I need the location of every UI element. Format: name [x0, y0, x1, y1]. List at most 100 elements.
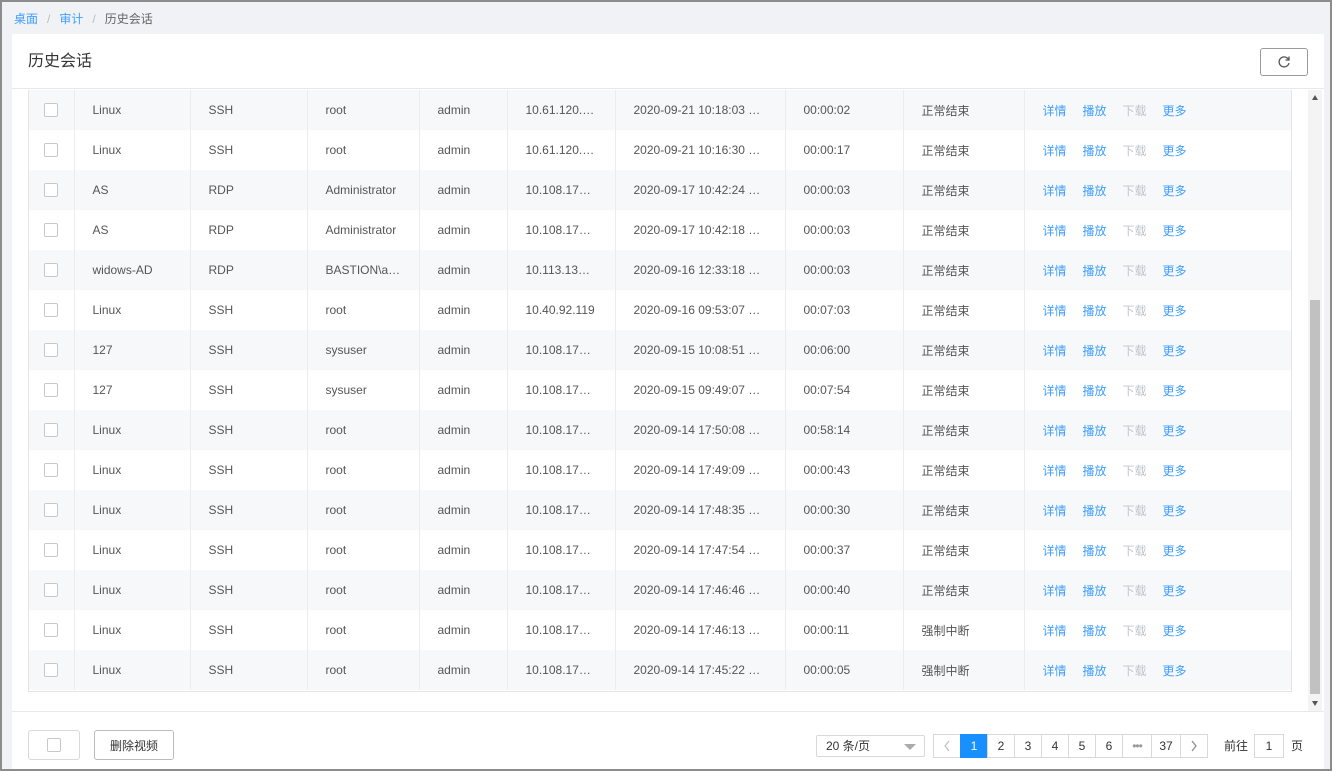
play-link[interactable]: 播放 — [1083, 144, 1107, 158]
play-link[interactable]: 播放 — [1083, 664, 1107, 678]
more-link[interactable]: 更多 — [1163, 584, 1187, 598]
table-row: AS RDP Administrator admin 10.108.17… 2020-09… — [29, 170, 1291, 210]
play-link[interactable]: 播放 — [1083, 344, 1107, 358]
play-link[interactable]: 播放 — [1083, 544, 1107, 558]
detail-link[interactable]: 详情 — [1043, 264, 1067, 278]
detail-link[interactable]: 详情 — [1043, 424, 1067, 438]
more-link[interactable]: 更多 — [1163, 504, 1187, 518]
page-3-button[interactable]: 3 — [1014, 734, 1042, 758]
detail-link[interactable]: 详情 — [1043, 584, 1067, 598]
refresh-button[interactable] — [1260, 48, 1308, 76]
select-all-checkbox[interactable] — [47, 738, 61, 752]
row-checkbox[interactable] — [44, 383, 59, 398]
detail-link[interactable]: 详情 — [1043, 624, 1067, 638]
delete-video-button[interactable]: 删除视频 — [94, 730, 174, 760]
page-2-button[interactable]: 2 — [987, 734, 1015, 758]
actions-cell: 详情 播放 下载 更多 — [1024, 490, 1291, 530]
play-link[interactable]: 播放 — [1083, 464, 1107, 478]
detail-link[interactable]: 详情 — [1043, 344, 1067, 358]
detail-link[interactable]: 详情 — [1043, 544, 1067, 558]
detail-link[interactable]: 详情 — [1043, 504, 1067, 518]
more-link[interactable]: 更多 — [1163, 304, 1187, 318]
detail-link[interactable]: 详情 — [1043, 184, 1067, 198]
detail-link[interactable]: 详情 — [1043, 144, 1067, 158]
account-cell: root — [307, 450, 420, 490]
detail-link[interactable]: 详情 — [1043, 464, 1067, 478]
play-link[interactable]: 播放 — [1083, 104, 1107, 118]
play-link[interactable]: 播放 — [1083, 264, 1107, 278]
play-link[interactable]: 播放 — [1083, 384, 1107, 398]
more-link[interactable]: 更多 — [1163, 664, 1187, 678]
detail-link[interactable]: 详情 — [1043, 224, 1067, 238]
more-link[interactable]: 更多 — [1163, 384, 1187, 398]
account-cell: root — [307, 410, 420, 450]
scroll-down-arrow-icon[interactable] — [1312, 701, 1318, 706]
row-checkbox[interactable] — [44, 663, 59, 678]
page-size-select[interactable]: 20 条/页 — [816, 735, 925, 757]
breadcrumb-home[interactable]: 桌面 — [14, 10, 38, 28]
more-link[interactable]: 更多 — [1163, 104, 1187, 118]
duration-cell: 00:00:02 — [785, 90, 904, 130]
play-link[interactable]: 播放 — [1083, 504, 1107, 518]
account-cell: root — [307, 570, 420, 610]
more-link[interactable]: 更多 — [1163, 264, 1187, 278]
download-link: 下载 — [1122, 303, 1147, 318]
play-link[interactable]: 播放 — [1083, 224, 1107, 238]
row-checkbox[interactable] — [44, 543, 59, 558]
more-link[interactable]: 更多 — [1163, 624, 1187, 638]
goto-page-input[interactable]: 1 — [1254, 734, 1284, 758]
more-link[interactable]: 更多 — [1163, 184, 1187, 198]
user-cell: admin — [419, 130, 508, 170]
page-1-button[interactable]: 1 — [960, 734, 988, 758]
row-checkbox[interactable] — [44, 263, 59, 278]
ip-cell: 10.108.17… — [507, 530, 616, 570]
detail-link[interactable]: 详情 — [1043, 664, 1067, 678]
page-4-button[interactable]: 4 — [1041, 734, 1069, 758]
more-link[interactable]: 更多 — [1163, 224, 1187, 238]
row-checkbox-cell — [29, 170, 75, 210]
row-checkbox[interactable] — [44, 503, 59, 518]
more-link[interactable]: 更多 — [1163, 144, 1187, 158]
more-link[interactable]: 更多 — [1163, 344, 1187, 358]
detail-link[interactable]: 详情 — [1043, 104, 1067, 118]
play-link[interactable]: 播放 — [1083, 584, 1107, 598]
page-ellipsis[interactable]: ••• — [1122, 734, 1152, 758]
start-time-cell: 2020-09-14 17:47:54 … — [615, 530, 786, 570]
row-checkbox[interactable] — [44, 103, 59, 118]
select-all-checkbox-button[interactable] — [28, 730, 80, 760]
protocol-cell: SSH — [190, 490, 308, 530]
row-checkbox[interactable] — [44, 183, 59, 198]
more-link[interactable]: 更多 — [1163, 464, 1187, 478]
protocol-cell: SSH — [190, 650, 308, 690]
asset-name-cell: Linux — [74, 610, 191, 650]
page-6-button[interactable]: 6 — [1095, 734, 1123, 758]
scrollbar-thumb[interactable] — [1310, 300, 1320, 694]
row-checkbox[interactable] — [44, 303, 59, 318]
row-checkbox[interactable] — [44, 143, 59, 158]
breadcrumb-audit[interactable]: 审计 — [59, 10, 83, 28]
more-link[interactable]: 更多 — [1163, 544, 1187, 558]
play-link[interactable]: 播放 — [1083, 304, 1107, 318]
play-link[interactable]: 播放 — [1083, 424, 1107, 438]
more-link[interactable]: 更多 — [1163, 424, 1187, 438]
row-checkbox[interactable] — [44, 423, 59, 438]
scroll-up-arrow-icon[interactable] — [1312, 95, 1318, 100]
row-checkbox[interactable] — [44, 343, 59, 358]
play-link[interactable]: 播放 — [1083, 184, 1107, 198]
user-cell: admin — [419, 90, 508, 130]
vertical-scrollbar[interactable] — [1308, 90, 1322, 711]
prev-page-button[interactable] — [933, 734, 961, 758]
detail-link[interactable]: 详情 — [1043, 304, 1067, 318]
protocol-cell: RDP — [190, 210, 308, 250]
detail-link[interactable]: 详情 — [1043, 384, 1067, 398]
play-link[interactable]: 播放 — [1083, 624, 1107, 638]
start-time-cell: 2020-09-15 10:08:51 … — [615, 330, 786, 370]
row-checkbox[interactable] — [44, 623, 59, 638]
row-checkbox[interactable] — [44, 463, 59, 478]
page-5-button[interactable]: 5 — [1068, 734, 1096, 758]
row-checkbox[interactable] — [44, 583, 59, 598]
asset-name-cell: Linux — [74, 450, 191, 490]
page-last-button[interactable]: 37 — [1151, 734, 1181, 758]
row-checkbox[interactable] — [44, 223, 59, 238]
next-page-button[interactable] — [1180, 734, 1208, 758]
